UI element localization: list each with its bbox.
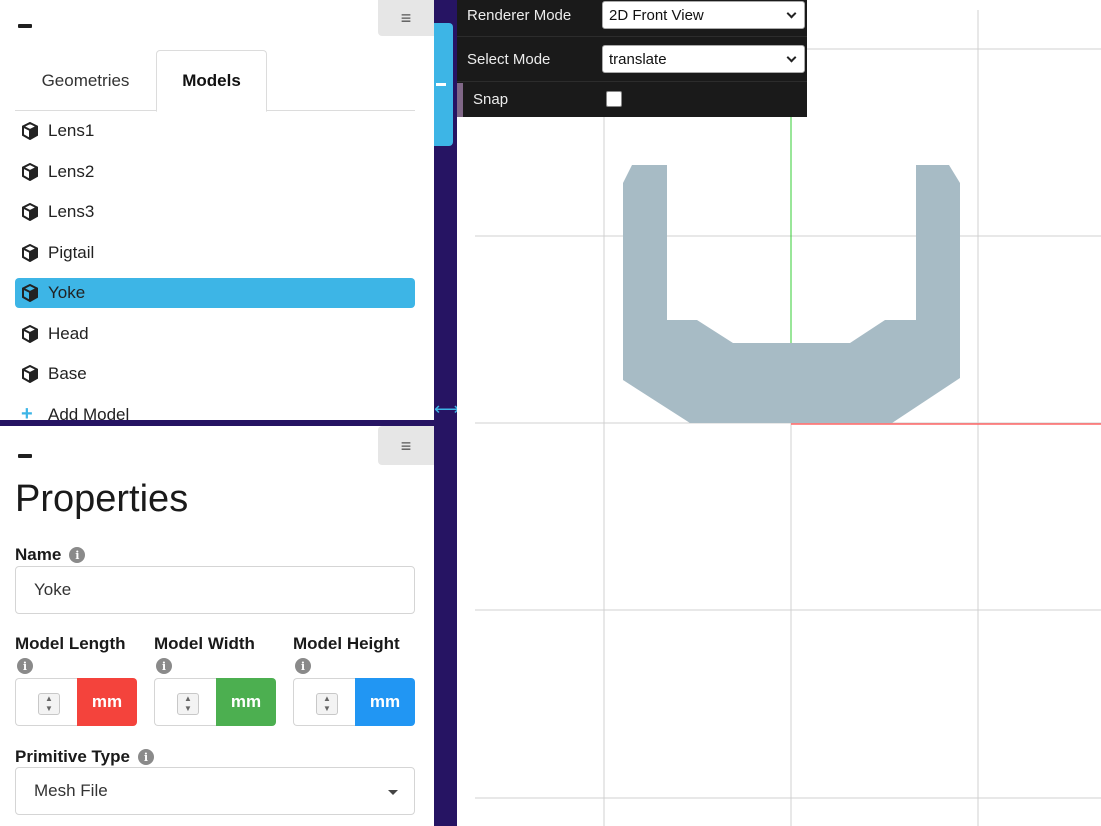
model-item-head[interactable]: Head: [15, 319, 415, 349]
chevron-down-icon: [786, 52, 797, 63]
select-mode-label: Select Mode: [467, 51, 551, 68]
info-icon[interactable]: i: [69, 547, 86, 563]
side-collapse-handle[interactable]: [434, 23, 453, 146]
model-item-label: Pigtail: [48, 242, 95, 262]
name-label: Name i: [15, 545, 86, 565]
caret-down-icon: [388, 790, 398, 795]
stepper-icon[interactable]: ▲ ▼: [316, 693, 338, 715]
collapse-models-button[interactable]: [18, 24, 32, 28]
select-mode-row: Select Mode translate: [457, 37, 807, 82]
models-panel: ≡ Geometries Models Lens1 Lens2 Lens3 Pi…: [0, 0, 434, 420]
chevron-down-icon: [786, 8, 797, 19]
snap-checkbox[interactable]: [606, 91, 622, 107]
cube-icon: [21, 162, 39, 181]
add-model-button[interactable]: + Add Model: [15, 400, 415, 421]
models-menu-button[interactable]: ≡: [378, 0, 434, 36]
model-item-base[interactable]: Base: [15, 359, 415, 389]
height-unit-badge: mm: [355, 678, 415, 726]
length-label: Model Length: [15, 634, 126, 653]
height-input[interactable]: ▲ ▼: [293, 678, 357, 726]
model-item-label: Base: [48, 364, 87, 383]
plus-icon: +: [21, 403, 33, 420]
model-item-yoke[interactable]: Yoke: [15, 278, 415, 308]
renderer-mode-label: Renderer Mode: [467, 7, 572, 24]
info-icon[interactable]: i: [295, 658, 311, 674]
cube-icon: [21, 203, 39, 221]
models-tabs: Geometries Models: [15, 50, 415, 112]
stepper-icon[interactable]: ▲ ▼: [38, 693, 60, 715]
width-field: ▲ ▼ mm: [154, 678, 276, 726]
collapse-properties-button[interactable]: [18, 454, 32, 458]
width-unit-badge: mm: [216, 678, 276, 726]
cube-icon: [21, 365, 39, 383]
cube-icon: [21, 122, 39, 140]
snap-row-indicator: [457, 83, 463, 117]
properties-panel: ≡ Properties Name i Yoke Model Length i …: [0, 426, 434, 826]
cube-icon: [21, 284, 39, 302]
stepper-icon[interactable]: ▲ ▼: [177, 693, 199, 715]
viewport-scene: [475, 0, 1101, 826]
height-label: Model Height: [293, 634, 400, 653]
model-item-lens3[interactable]: Lens3: [15, 197, 415, 227]
info-icon[interactable]: i: [137, 749, 154, 765]
cube-icon: [21, 243, 39, 262]
length-field: ▲ ▼ mm: [15, 678, 137, 726]
model-item-lens1[interactable]: Lens1: [15, 116, 415, 146]
snap-label: Snap: [473, 91, 509, 108]
width-input[interactable]: ▲ ▼: [154, 678, 218, 726]
model-item-label: Yoke: [48, 283, 86, 302]
info-icon[interactable]: i: [17, 658, 33, 674]
hamburger-icon: ≡: [400, 8, 412, 28]
info-icon[interactable]: i: [156, 658, 172, 674]
primitive-type-select[interactable]: Mesh File: [15, 767, 415, 815]
minus-icon: [436, 83, 446, 86]
model-item-pigtail[interactable]: Pigtail: [15, 238, 415, 268]
model-item-lens2[interactable]: Lens2: [15, 157, 415, 187]
renderer-mode-row: Renderer Mode 2D Front View: [457, 0, 807, 37]
properties-menu-button[interactable]: ≡: [378, 426, 434, 465]
tab-models[interactable]: Models: [156, 50, 267, 112]
controls-overlay: Renderer Mode 2D Front View Select Mode …: [457, 0, 807, 117]
width-label: Model Width: [154, 634, 255, 653]
select-mode-select[interactable]: translate: [602, 45, 805, 73]
model-item-label: Lens3: [48, 202, 95, 221]
hamburger-icon: ≡: [400, 435, 412, 456]
model-item-label: Lens1: [48, 121, 95, 140]
renderer-mode-select[interactable]: 2D Front View: [602, 1, 805, 29]
renderer-mode-value: 2D Front View: [609, 6, 704, 24]
properties-title: Properties: [15, 478, 189, 520]
viewport-canvas[interactable]: [457, 0, 1101, 826]
length-unit-badge: mm: [77, 678, 137, 726]
select-mode-value: translate: [609, 50, 667, 68]
add-model-label: Add Model: [48, 404, 130, 421]
primitive-type-value: Mesh File: [34, 781, 108, 800]
primitive-type-label: Primitive Type i: [15, 747, 154, 767]
model-item-label: Lens2: [48, 161, 95, 181]
name-input[interactable]: Yoke: [15, 566, 415, 614]
model-item-label: Head: [48, 323, 89, 343]
primitive-type-label-text: Primitive Type: [15, 747, 130, 766]
name-label-text: Name: [15, 545, 62, 564]
cube-icon: [21, 324, 39, 343]
length-input[interactable]: ▲ ▼: [15, 678, 79, 726]
model-list: Lens1 Lens2 Lens3 Pigtail Yoke Head Base…: [15, 116, 415, 420]
height-field: ▲ ▼ mm: [293, 678, 415, 726]
tab-geometries[interactable]: Geometries: [15, 50, 156, 111]
resize-horizontal-icon[interactable]: ⟷: [434, 399, 460, 419]
